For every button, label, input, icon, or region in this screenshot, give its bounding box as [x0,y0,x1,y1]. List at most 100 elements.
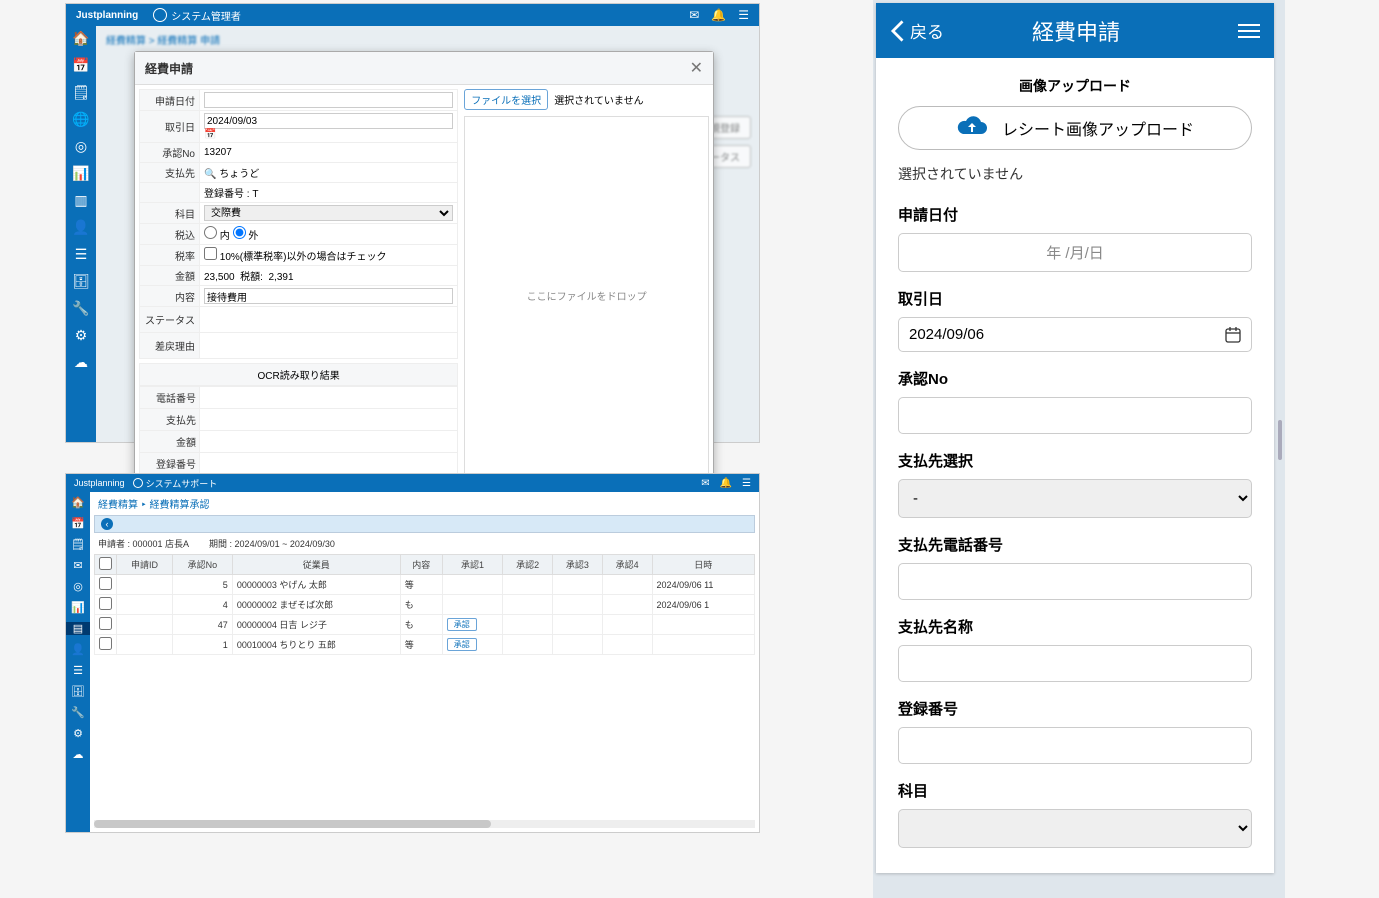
table-row[interactable]: 100010004 ちりとり 五郎等 承認 [95,635,755,655]
person-icon[interactable]: 👤 [72,219,89,236]
lbl-content: 内容 [140,286,200,307]
person-icon[interactable]: 👤 [71,643,85,656]
amount-value: 23,500 [204,272,235,283]
lbl-reject: 差戻理由 [140,333,200,359]
filter-applicant: 申請者 : 000001 店長A [98,537,189,550]
col-header: 承認4 [602,555,652,575]
list-icon[interactable]: 🗒 [71,538,85,551]
wrench-icon[interactable]: 🔧 [72,300,89,317]
payee-value: ちょうど [219,169,259,180]
user-avatar-icon [133,478,143,488]
mail-icon[interactable]: ✉ [73,559,82,572]
row-checkbox[interactable] [99,597,112,610]
approve-button[interactable]: 承認 [447,618,477,631]
file-drop-zone[interactable]: ここにファイルをドロップ [464,116,709,475]
target-icon[interactable]: ◎ [75,138,87,155]
target-icon[interactable]: ◎ [73,580,83,593]
lbl-payee-sel: 支払先選択 [898,450,1252,471]
collapse-icon[interactable]: ‹ [101,518,113,530]
payee-tel-input[interactable] [898,563,1252,600]
modal-close-icon[interactable]: ✕ [690,58,703,78]
ocr-header: OCR読み取り結果 [139,363,458,386]
list-icon[interactable]: 🗒 [72,84,90,101]
table-row[interactable]: 4700000004 日吉 レジ子も 承認 [95,615,755,635]
chart-icon[interactable]: 📊 [71,601,85,614]
lbl-tax: 税込 [140,224,200,245]
apply-date-input[interactable]: 年 /月/日 [898,233,1252,272]
cloud-icon[interactable]: ☁ [74,354,88,371]
menu-icon[interactable]: ☰ [742,478,751,489]
db-icon[interactable]: 🗄 [72,273,90,290]
reg-no-input[interactable] [898,727,1252,764]
payee-name-input[interactable] [898,645,1252,682]
stack-icon[interactable]: ☰ [73,664,83,677]
col-header: 承認No [172,555,232,575]
col-header: 従業員 [232,555,400,575]
globe-icon[interactable]: 🌐 [72,111,89,128]
approve-button[interactable]: 承認 [447,638,477,651]
rate-checkbox[interactable] [204,247,217,260]
approve-no-input[interactable] [898,397,1252,434]
h-scrollbar[interactable] [94,820,755,828]
content-input[interactable] [204,288,453,304]
table-row[interactable]: 400000002 まぜそば次郎も 2024/09/06 1 [95,595,755,615]
breadcrumb: 経費精算 ‣ 経費精算承認 [90,492,759,515]
gear-icon[interactable]: ⚙ [75,327,88,344]
user-avatar-icon [153,8,167,22]
lbl-payee-name: 支払先名称 [898,616,1252,637]
subject-select[interactable]: 交際費 [204,205,453,221]
home-icon[interactable]: 🏠 [71,496,85,509]
apply-date-input[interactable] [204,92,453,108]
doc-icon[interactable]: ▥ [74,192,87,209]
schedule-icon[interactable]: 📅 [72,57,89,74]
bell-icon[interactable]: 🔔 [720,478,732,489]
tax-ex-radio[interactable] [233,226,246,239]
menu-icon[interactable]: ☰ [738,8,749,22]
select-all-checkbox[interactable] [99,557,112,570]
ocr-lbl-regno: 登録番号 [140,453,200,475]
gear-icon[interactable]: ⚙ [73,727,83,740]
lbl-payee-tel: 支払先電話番号 [898,534,1252,555]
chart-icon[interactable]: 📊 [72,165,89,182]
bell-icon[interactable]: 🔔 [711,8,726,22]
col-header: 承認1 [442,555,503,575]
mail-icon[interactable]: ✉ [689,8,699,22]
col-header: 日時 [652,555,754,575]
resize-handle[interactable] [1278,420,1282,460]
payee-select[interactable]: - [898,479,1252,518]
lbl-approve-no: 承認No [140,143,200,163]
file-status-label: 選択されていません [554,92,643,107]
row-checkbox[interactable] [99,577,112,590]
filter-bar[interactable]: ‹ [94,515,755,533]
lbl-apply-date: 申請日付 [898,204,1252,225]
approve-no-value: 13207 [200,143,458,163]
chevron-left-icon [890,20,904,42]
app2-sidebar: 🏠 📅 🗒 ✉ ◎ 📊 ▤ 👤 ☰ 🗄 🔧 ⚙ ☁ [66,492,90,832]
upload-button[interactable]: レシート画像アップロード [898,106,1252,150]
doc-icon[interactable]: ▤ [66,622,90,635]
cloud-upload-icon [956,116,988,140]
trade-date-input[interactable] [204,113,453,129]
wrench-icon[interactable]: 🔧 [71,706,85,719]
mail-icon[interactable]: ✉ [701,478,709,489]
col-header: 内容 [400,555,442,575]
filter-period: 期間 : 2024/09/01 ~ 2024/09/30 [209,537,335,550]
trade-date-input[interactable]: 2024/09/06 [898,317,1252,352]
db-icon[interactable]: 🗄 [71,685,85,698]
table-row[interactable]: 500000003 やげん 太郎等 2024/09/06 11 [95,575,755,595]
mobile-title: 経費申請 [914,15,1238,47]
tax-in-radio[interactable] [204,226,217,239]
row-checkbox[interactable] [99,617,112,630]
cloud-icon[interactable]: ☁ [73,748,84,761]
hamburger-icon[interactable] [1238,24,1260,38]
subject-select[interactable] [898,809,1252,848]
lbl-reg-no: 登録番号 [898,698,1252,719]
brand-label: Justplanning [74,478,125,488]
app1-topbar: Justplanning システム管理者 ✉ 🔔 ☰ [66,4,759,26]
file-select-button[interactable]: ファイルを選択 [464,89,548,110]
lbl-subject: 科目 [140,203,200,224]
stack-icon[interactable]: ☰ [75,246,88,263]
schedule-icon[interactable]: 📅 [71,517,85,530]
row-checkbox[interactable] [99,637,112,650]
home-icon[interactable]: 🏠 [72,30,89,47]
